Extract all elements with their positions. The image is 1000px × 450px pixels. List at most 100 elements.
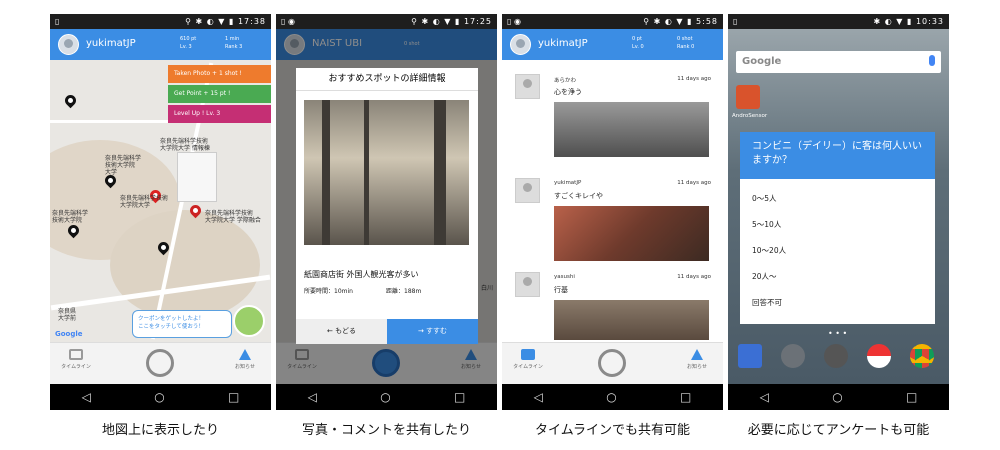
recent-button[interactable]: □ [680,390,691,404]
stat-level: Lv. 3 [180,44,192,50]
system-nav: ◁ ○ □ [276,384,497,410]
survey-option[interactable]: 0〜5人 [740,186,935,212]
home-button[interactable]: ○ [154,390,164,404]
home-button[interactable]: ○ [832,390,842,404]
post-age: 11 days ago [677,76,711,82]
post-user: あらかわ [554,78,577,84]
map-pin[interactable] [62,92,79,109]
page-indicator: • • • [828,329,848,338]
back-button[interactable]: ◁ [534,390,543,404]
bell-icon [239,349,251,360]
post-comment: 心を浄う [554,88,582,96]
home-screen: Google AndroSensor コンビニ（デイリー）に客は何人いいますか？… [728,29,949,384]
survey-dialog: コンビニ（デイリー）に客は何人いいますか？ 0〜5人 5〜10人 10〜20人 … [740,132,935,324]
mascot-icon[interactable] [233,305,265,337]
app-bar: yukimatJP 610 pt Lv. 3 1 min Rank 3 [50,29,271,60]
map-view[interactable]: Taken Photo + 1 shot ! Get Point + 15 pt… [50,60,271,342]
status-bar: ▯ ◉ ⚲ ✱ ◐ ▼ ▮ 5:58 [502,14,723,29]
banner-level-up: Level Up ! Lv. 3 [168,105,271,123]
home-button[interactable]: ○ [380,390,390,404]
caption: 必要に応じてアンケートも可能 [747,423,930,438]
map-label: 奈良県 大学前 [58,308,77,322]
google-search-bar[interactable]: Google [736,51,941,73]
map-label: 奈良先端科学 技術大学院 大学 [105,155,142,176]
status-time: 17:38 [237,17,266,26]
phone-timeline-screen: ▯ ◉ ⚲ ✱ ◐ ▼ ▮ 5:58 yukimatJP 0 pt Lv. 0 0 … [502,14,723,410]
coupon-bubble[interactable]: クーポンをゲットしたよ！ ここをタッチして使おう！ [132,310,232,338]
post-image [554,102,709,157]
survey-option[interactable]: 回答不可 [740,290,935,316]
back-button[interactable]: ◁ [82,390,91,404]
phone-map-screen: ▯ ⚲ ✱ ◐ ▼ ▮ 17:38 yukimatJP 610 pt Lv. 3 1… [50,14,271,410]
pokeball-app-icon[interactable] [867,344,891,368]
system-nav: ◁ ○ □ [50,384,271,410]
bell-icon [691,349,703,360]
tab-notifications[interactable]: お知らせ [229,349,261,370]
home-button[interactable]: ○ [606,390,616,404]
back-button[interactable]: ← もどる [296,319,387,344]
dialog-title: おすすめスポットの詳細情報 [296,68,478,91]
camera-button[interactable] [146,349,174,377]
user-name: yukimatJP [86,38,136,49]
survey-option[interactable]: 10〜20人 [740,238,935,264]
caption: タイムラインでも共有可能 [534,423,691,438]
mic-icon[interactable] [929,55,935,66]
chat-icon [69,349,83,360]
phone-detail-screen: ▯ ◉ ⚲ ✱ ◐ ▼ ▮ 17:25 NAIST UBI 0 shot 白川 タ… [276,14,497,410]
user-name: yukimatJP [538,38,588,49]
settings-app-icon[interactable] [781,344,805,368]
user-avatar [515,74,540,99]
camera-button[interactable] [598,349,626,377]
map-label: 奈良先端科学 技術大学院 [52,210,89,224]
recent-button[interactable]: □ [454,390,465,404]
spot-description: 紙園商店街 外国人観光客が多い [304,270,419,279]
spot-photo [304,100,469,245]
caption: 地図上に表示したり [101,423,219,438]
post-user: yasushi [554,274,575,280]
spot-detail-dialog: おすすめスポットの詳細情報 紙園商店街 外国人観光客が多い 所要時間：10min… [296,68,478,344]
map-label: 奈良先端科学技術 大学院大学 [120,195,169,209]
recent-button[interactable]: □ [906,390,917,404]
stat-time: 0 shot [677,36,693,42]
stat-time: 1 min [225,36,240,42]
status-time: 10:33 [915,17,944,26]
post-age: 11 days ago [677,274,711,280]
post-user: yukimatJP [554,180,582,186]
system-nav: ◁ ○ □ [728,384,949,410]
back-button[interactable]: ◁ [308,390,317,404]
user-avatar [515,272,540,297]
survey-option[interactable]: 5〜10人 [740,212,935,238]
status-bar: ▯ ◉ ⚲ ✱ ◐ ▼ ▮ 17:25 [276,14,497,29]
status-bar: ▯ ✱ ◐ ▼ ▮ 10:33 [728,14,949,29]
status-bar: ▯ ⚲ ✱ ◐ ▼ ▮ 17:38 [50,14,271,29]
tab-notifications[interactable]: お知らせ [681,349,713,370]
app-bar: yukimatJP 0 pt Lv. 0 0 shot Rank 0 [502,29,723,60]
tab-timeline[interactable]: タイムライン [512,349,544,370]
stat-points: 610 pt [180,36,197,42]
status-time: 17:25 [463,17,492,26]
google-logo: Google [742,56,782,67]
inbox-app-icon[interactable] [738,344,762,368]
user-avatar [515,178,540,203]
stat-points: 0 pt [632,36,642,42]
next-button[interactable]: → すすむ [387,319,478,344]
tab-timeline[interactable]: タイムライン [60,349,92,370]
app-drawer-icon[interactable] [824,344,848,368]
back-button[interactable]: ◁ [760,390,769,404]
caption: 写真・コメントを共有したり [301,423,471,438]
avatar[interactable] [510,34,531,55]
survey-question: コンビニ（デイリー）に客は何人いいますか？ [740,132,935,179]
recent-button[interactable]: □ [228,390,239,404]
chrome-app-icon[interactable] [910,344,934,368]
app-label: AndroSensor [732,113,768,119]
spot-time: 所要時間：10min [304,288,353,295]
phone-survey-screen: ▯ ✱ ◐ ▼ ▮ 10:33 Google AndroSensor コンビニ（デ… [728,14,949,410]
stat-level: Lv. 0 [632,44,644,50]
androsensor-app-icon[interactable] [736,85,760,109]
post-image [554,300,709,340]
bottom-bar: タイムライン お知らせ [502,342,723,384]
survey-option[interactable]: 20人〜 [740,264,935,290]
map-label: 奈良先端科学技術 大学院大学 情報棟 [160,138,210,152]
avatar[interactable] [58,34,79,55]
chat-icon [521,349,535,360]
